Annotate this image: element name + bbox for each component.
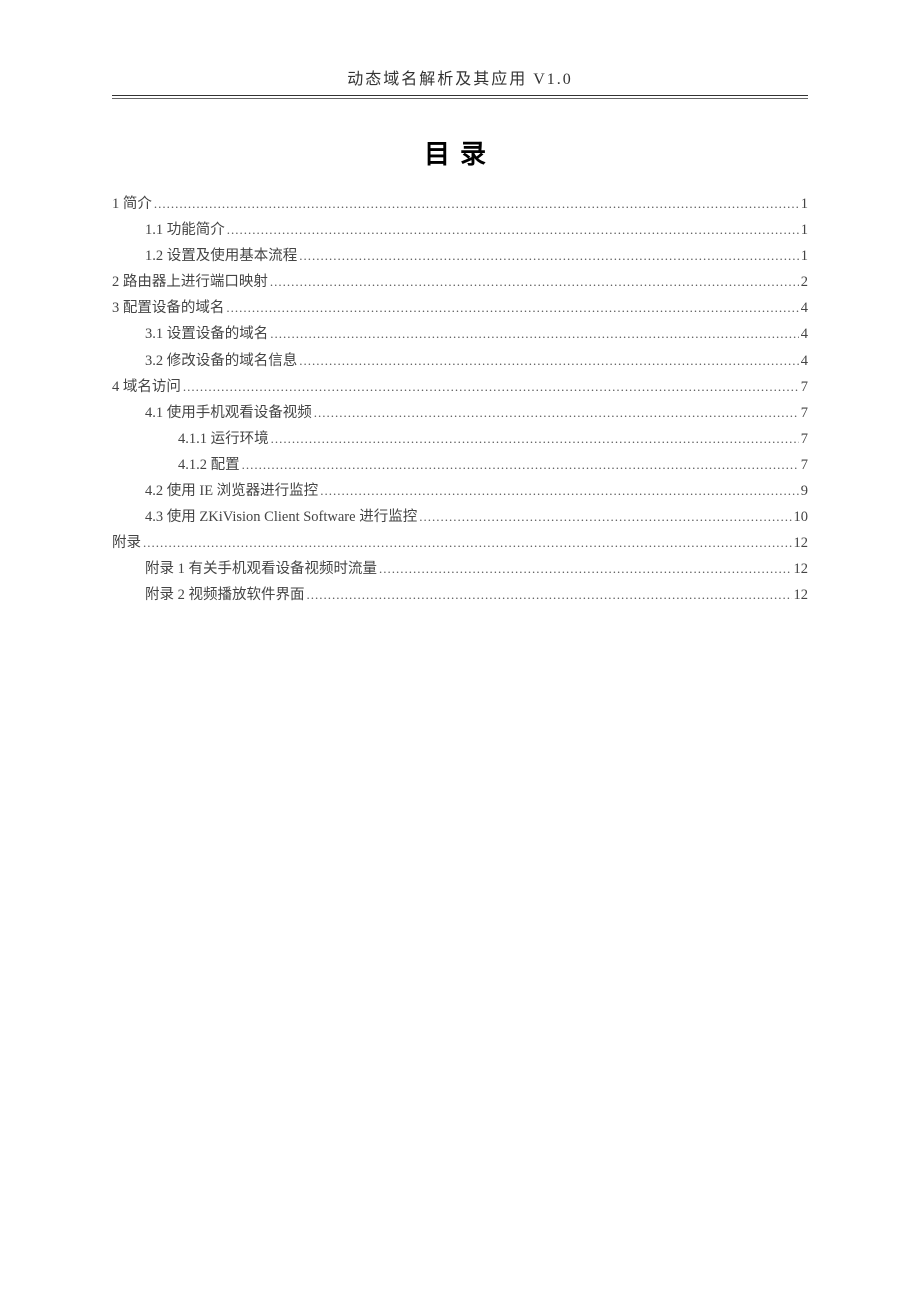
toc-leader-dots: [299, 348, 799, 374]
toc-entry-label: 附录 2 视频播放软件界面: [145, 582, 305, 608]
toc-leader-dots: [314, 400, 799, 426]
toc-entry-page: 10: [794, 504, 809, 530]
page-header-title: 动态域名解析及其应用 V1.0: [112, 65, 808, 96]
toc-entry: 1.2 设置及使用基本流程 1: [112, 243, 808, 269]
toc-entry: 附录 2 视频播放软件界面 12: [112, 582, 808, 608]
toc-entry-label: 1.1 功能简介: [145, 217, 225, 243]
toc-entry: 4.2 使用 IE 浏览器进行监控 9: [112, 478, 808, 504]
toc-entry-page: 1: [801, 217, 808, 243]
toc-entry: 1.1 功能简介 1: [112, 217, 808, 243]
toc-leader-dots: [379, 556, 792, 582]
table-of-contents: 1 简介11.1 功能简介11.2 设置及使用基本流程12 路由器上进行端口映射…: [112, 191, 808, 609]
toc-entry-page: 7: [801, 400, 808, 426]
toc-leader-dots: [307, 582, 792, 608]
toc-leader-dots: [227, 217, 799, 243]
toc-entry: 附录 12: [112, 530, 808, 556]
toc-entry: 1 简介 1: [112, 191, 808, 217]
toc-leader-dots: [183, 374, 799, 400]
toc-entry-page: 2: [801, 269, 808, 295]
toc-entry-page: 4: [801, 348, 808, 374]
toc-entry: 4.1 使用手机观看设备视频 7: [112, 400, 808, 426]
toc-entry-page: 4: [801, 321, 808, 347]
toc-entry-page: 7: [801, 374, 808, 400]
toc-heading: 目录: [112, 134, 808, 171]
toc-entry-label: 3 配置设备的域名: [112, 295, 224, 321]
toc-entry: 2 路由器上进行端口映射 2: [112, 269, 808, 295]
toc-entry-label: 1.2 设置及使用基本流程: [145, 243, 297, 269]
toc-leader-dots: [271, 426, 799, 452]
toc-entry-label: 3.2 修改设备的域名信息: [145, 348, 297, 374]
toc-entry-label: 4.1 使用手机观看设备视频: [145, 400, 312, 426]
toc-entry-label: 附录: [112, 530, 141, 556]
toc-entry-label: 4 域名访问: [112, 374, 181, 400]
toc-leader-dots: [242, 452, 799, 478]
toc-leader-dots: [299, 243, 799, 269]
toc-leader-dots: [419, 504, 791, 530]
toc-entry: 4.3 使用 ZKiVision Client Software 进行监控 10: [112, 504, 808, 530]
toc-entry: 3.1 设置设备的域名 4: [112, 321, 808, 347]
toc-entry-label: 4.1.1 运行环境: [178, 426, 269, 452]
toc-leader-dots: [270, 321, 799, 347]
header-underline: [112, 98, 808, 99]
toc-entry-label: 4.1.2 配置: [178, 452, 240, 478]
toc-entry-label: 附录 1 有关手机观看设备视频时流量: [145, 556, 377, 582]
toc-entry-page: 12: [794, 582, 809, 608]
toc-entry-page: 7: [801, 452, 808, 478]
toc-entry-page: 12: [794, 556, 809, 582]
toc-entry: 附录 1 有关手机观看设备视频时流量 12: [112, 556, 808, 582]
toc-entry: 4.1.1 运行环境 7: [112, 426, 808, 452]
toc-entry-page: 1: [801, 191, 808, 217]
toc-entry-page: 4: [801, 295, 808, 321]
toc-entry: 3 配置设备的域名 4: [112, 295, 808, 321]
toc-leader-dots: [226, 295, 798, 321]
toc-entry: 4 域名访问 7: [112, 374, 808, 400]
toc-entry-page: 9: [801, 478, 808, 504]
toc-entry-label: 4.3 使用 ZKiVision Client Software 进行监控: [145, 504, 417, 530]
toc-entry-label: 4.2 使用 IE 浏览器进行监控: [145, 478, 318, 504]
toc-entry: 3.2 修改设备的域名信息 4: [112, 348, 808, 374]
toc-leader-dots: [320, 478, 799, 504]
toc-entry-label: 1 简介: [112, 191, 152, 217]
toc-leader-dots: [154, 191, 799, 217]
toc-entry-page: 7: [801, 426, 808, 452]
toc-entry-label: 2 路由器上进行端口映射: [112, 269, 268, 295]
toc-leader-dots: [270, 269, 799, 295]
toc-entry: 4.1.2 配置 7: [112, 452, 808, 478]
toc-entry-label: 3.1 设置设备的域名: [145, 321, 268, 347]
toc-entry-page: 12: [794, 530, 809, 556]
toc-entry-page: 1: [801, 243, 808, 269]
toc-leader-dots: [143, 530, 792, 556]
